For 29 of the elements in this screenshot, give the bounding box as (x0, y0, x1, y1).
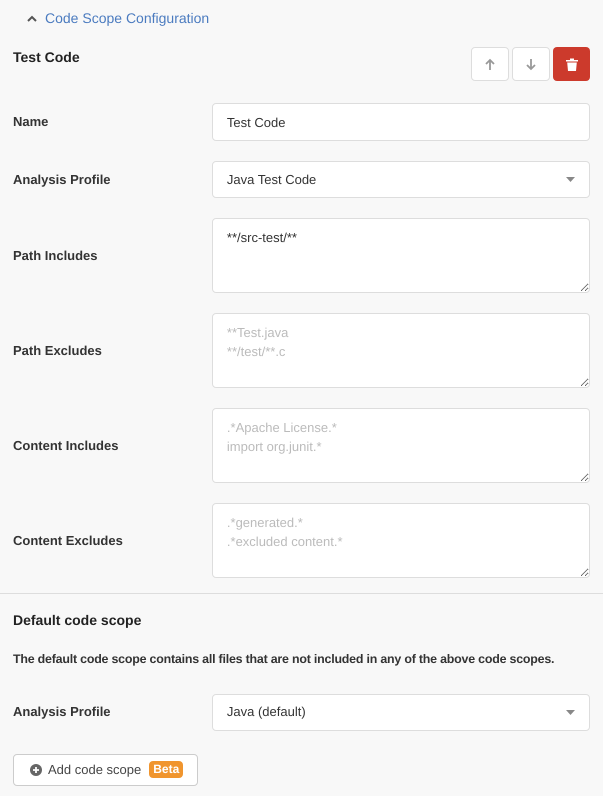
beta-badge: Beta (149, 761, 184, 778)
plus-circle-icon (30, 764, 42, 776)
move-up-button[interactable] (471, 47, 509, 81)
arrow-down-icon (525, 58, 537, 70)
profile-dropdown[interactable]: Java (default) (212, 694, 590, 731)
add-code-scope-button[interactable]: Add code scope Beta (13, 754, 198, 786)
field-label: Content Includes (13, 436, 120, 455)
delete-button[interactable] (553, 47, 590, 81)
arrow-up-icon (484, 58, 496, 70)
field-label: Path Includes (13, 246, 99, 265)
field-label: Analysis Profile (13, 170, 112, 189)
field-label: Analysis Profile (13, 703, 112, 722)
pattern-text-area[interactable]: .*Apache License.* import org.junit.* (212, 408, 590, 483)
name-input-field[interactable]: Test Code (212, 103, 590, 141)
trash-icon (566, 58, 578, 70)
move-down-button[interactable] (512, 47, 550, 81)
field-label: Path Excludes (13, 342, 103, 360)
description-text: The default code scope contains all files that are not included in any of the above code scopes. (13, 651, 556, 668)
profile-dropdown[interactable]: Java Test Code (212, 161, 590, 198)
field-label: Content Excludes (13, 532, 124, 550)
pattern-text-area[interactable]: **Test.java **/test/**.c (212, 313, 590, 388)
pattern-text-area[interactable]: **/src-test/** (212, 218, 590, 293)
section-title: Default code scope (13, 611, 142, 630)
caret-icon (566, 177, 575, 182)
scope-title: Test Code (13, 48, 80, 67)
caret-icon (566, 710, 575, 715)
pattern-text-area[interactable]: .*generated.* .*excluded content.* (212, 503, 590, 578)
field-label: Name (13, 113, 50, 132)
section-toggle-link[interactable]: Code Scope Configuration (45, 8, 210, 29)
